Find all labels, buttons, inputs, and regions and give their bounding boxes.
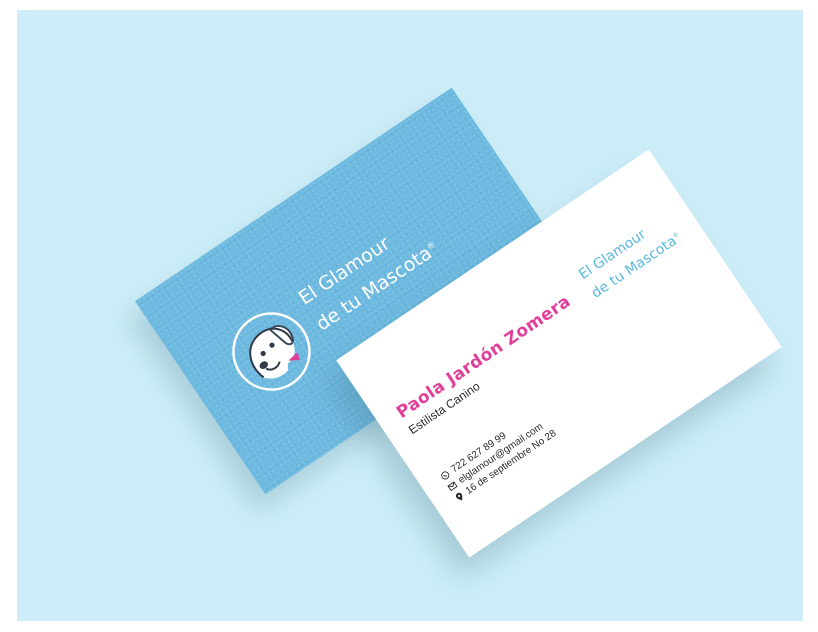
contact-list: 722 627 89 99 elglamour@gmail.com 16 de … — [438, 405, 559, 504]
location-pin-icon — [456, 492, 463, 501]
person-name: Paola Jardón Zomera — [393, 291, 575, 423]
front-brand: El Glamour de tu Mascota® — [576, 210, 686, 303]
mockup-scene: El Glamour de tu Mascota® Paola Jardón Z… — [17, 10, 803, 621]
